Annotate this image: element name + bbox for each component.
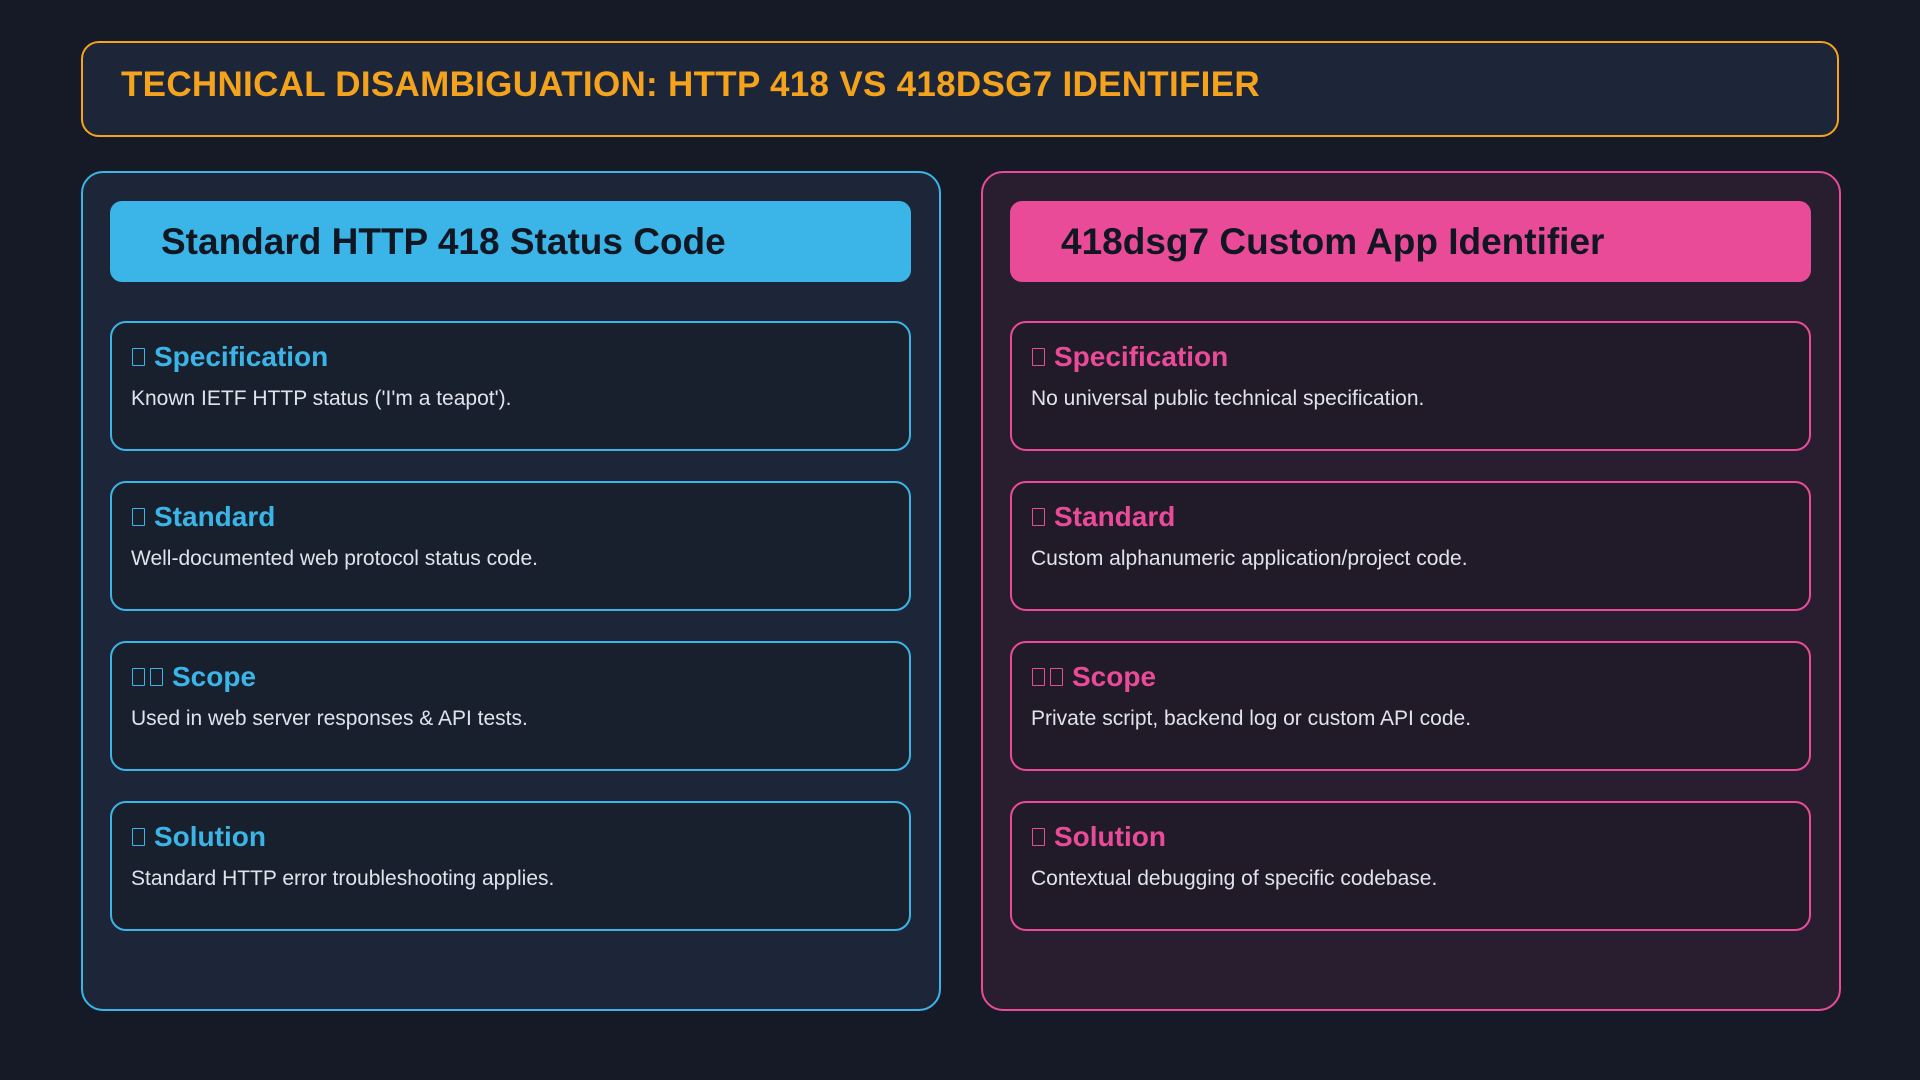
scope-card: Scope Used in web server responses & API… <box>110 641 911 771</box>
418dsg7-panel: 418dsg7 Custom App Identifier Specificat… <box>981 171 1841 1011</box>
card-label: Solution <box>1054 821 1166 852</box>
specification-card: Specification Known IETF HTTP status ('I… <box>110 321 911 451</box>
card-label: Specification <box>1054 341 1229 372</box>
card-text: Private script, backend log or custom AP… <box>1031 707 1472 730</box>
scope-card: Scope Private script, backend log or cus… <box>1010 641 1811 771</box>
card-label: Specification <box>154 341 329 372</box>
panel-title: 418dsg7 Custom App Identifier <box>1061 221 1605 262</box>
card-heading: Solution <box>1032 821 1166 853</box>
card-heading: Specification <box>1032 341 1228 373</box>
title-banner: TECHNICAL DISAMBIGUATION: HTTP 418 VS 41… <box>81 41 1839 137</box>
card-text: Known IETF HTTP status ('I'm a teapot'). <box>131 387 512 410</box>
solution-card: Solution Contextual debugging of specifi… <box>1010 801 1811 931</box>
standard-icon <box>132 508 145 526</box>
card-heading: Solution <box>132 821 266 853</box>
card-label: Scope <box>172 661 257 692</box>
card-label: Standard <box>154 501 276 532</box>
panel-header: Standard HTTP 418 Status Code <box>110 201 911 282</box>
card-text: Standard HTTP error troubleshooting appl… <box>131 867 555 890</box>
card-label: Scope <box>1072 661 1157 692</box>
scope-icon <box>1032 668 1064 686</box>
scope-icon-part <box>132 668 145 686</box>
card-text: Well-documented web protocol status code… <box>131 547 538 570</box>
card-text: Custom alphanumeric application/project … <box>1031 547 1468 570</box>
card-heading: Scope <box>1032 661 1156 693</box>
card-heading: Scope <box>132 661 256 693</box>
page-title: TECHNICAL DISAMBIGUATION: HTTP 418 VS 41… <box>121 65 1260 104</box>
card-text: No universal public technical specificat… <box>1031 387 1425 410</box>
solution-card: Solution Standard HTTP error troubleshoo… <box>110 801 911 931</box>
scope-icon-part <box>150 668 163 686</box>
card-label: Standard <box>1054 501 1176 532</box>
document-icon <box>1032 348 1045 366</box>
document-icon <box>132 348 145 366</box>
panel-header: 418dsg7 Custom App Identifier <box>1010 201 1811 282</box>
scope-icon-part <box>1032 668 1045 686</box>
card-text: Contextual debugging of specific codebas… <box>1031 867 1438 890</box>
standard-card: Standard Custom alphanumeric application… <box>1010 481 1811 611</box>
standard-card: Standard Well-documented web protocol st… <box>110 481 911 611</box>
standard-icon <box>1032 508 1045 526</box>
card-label: Solution <box>154 821 266 852</box>
http-418-panel: Standard HTTP 418 Status Code Specificat… <box>81 171 941 1011</box>
card-heading: Standard <box>1032 501 1175 533</box>
card-heading: Specification <box>132 341 328 373</box>
solution-icon <box>132 828 145 846</box>
specification-card: Specification No universal public techni… <box>1010 321 1811 451</box>
solution-icon <box>1032 828 1045 846</box>
scope-icon-part <box>1050 668 1063 686</box>
card-text: Used in web server responses & API tests… <box>131 707 528 730</box>
card-heading: Standard <box>132 501 275 533</box>
panel-title: Standard HTTP 418 Status Code <box>161 221 726 262</box>
scope-icon <box>132 668 164 686</box>
